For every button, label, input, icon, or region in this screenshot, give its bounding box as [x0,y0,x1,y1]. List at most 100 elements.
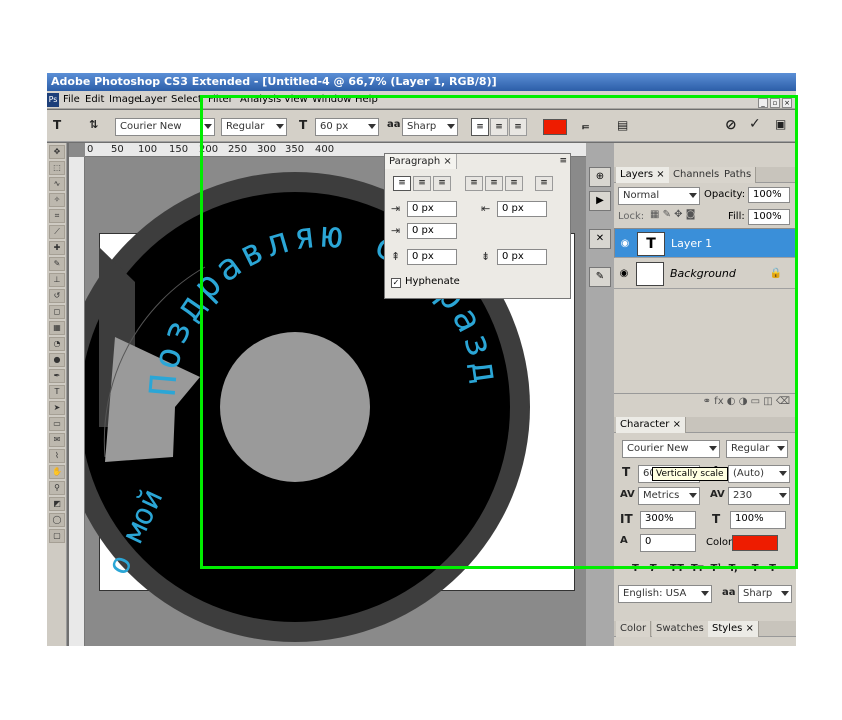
menu-analysis[interactable]: Analysis [240,91,281,109]
color-swatches-icon[interactable]: ◩ [49,497,65,511]
space-after-input[interactable]: 0 px [497,249,547,265]
align-right-button[interactable]: ≡ [509,118,527,136]
notes-tool-icon[interactable]: ✉ [49,433,65,447]
tracking-select[interactable]: 230 [728,487,790,505]
font-family-select[interactable]: Courier New [115,118,215,136]
char-font-style-select[interactable]: Regular [726,440,788,458]
cancel-icon[interactable]: ⊘ [725,117,737,133]
crop-tool-icon[interactable]: ⌗ [49,209,65,223]
hyphenate-checkbox[interactable]: ✓ [391,278,401,288]
menu-edit[interactable]: Edit [85,91,104,109]
language-select[interactable]: English: USA [618,585,712,603]
minimize-icon[interactable]: _ [758,98,768,108]
char-antialias-select[interactable]: Sharp [738,585,792,603]
warp-text-icon[interactable]: ⫭ [582,118,589,133]
char-font-family-select[interactable]: Courier New [622,440,720,458]
para-align-left-button[interactable]: ≡ [393,176,411,191]
vertical-scale-input[interactable]: 300% [640,511,696,529]
para-align-right-button[interactable]: ≡ [433,176,451,191]
brush-tool-icon[interactable]: ✎ [49,257,65,271]
close-icon[interactable]: × [656,169,664,180]
menu-window[interactable]: Window [312,91,351,109]
navigator-icon[interactable]: ⊕ [589,167,611,187]
small-caps-button[interactable]: Tт [691,563,704,574]
panel-menu-icon[interactable]: ≡ [559,156,567,166]
indent-first-line-input[interactable]: 0 px [407,223,457,239]
tab-color[interactable]: Color [616,621,652,637]
para-align-center-button[interactable]: ≡ [413,176,431,191]
shape-tool-icon[interactable]: ▭ [49,417,65,431]
path-select-icon[interactable]: ➤ [49,401,65,415]
justify-center-button[interactable]: ≡ [485,176,503,191]
palettes-toggle-icon[interactable]: ▤ [617,118,628,132]
blur-tool-icon[interactable]: ◔ [49,337,65,351]
tab-paths[interactable]: Paths [720,167,757,183]
eye-icon[interactable]: ◉ [618,268,630,280]
dodge-tool-icon[interactable]: ● [49,353,65,367]
workspace-icon[interactable]: ▣ [775,117,786,131]
close-icon[interactable]: × [782,98,792,108]
quick-mask-icon[interactable]: ◯ [49,513,65,527]
faux-bold-button[interactable]: T [632,563,639,574]
pen-tool-icon[interactable]: ✒ [49,369,65,383]
layer-row[interactable]: ◉ T Layer 1 [614,228,796,258]
indent-right-input[interactable]: 0 px [497,201,547,217]
tab-swatches[interactable]: Swatches [652,621,709,637]
tab-layers[interactable]: Layers × [616,167,670,183]
antialias-select[interactable]: Sharp [402,118,458,136]
font-size-select[interactable]: 60 px [315,118,379,136]
align-left-button[interactable]: ≡ [471,118,489,136]
justify-all-button[interactable]: ≡ [535,176,553,191]
text-color-swatch[interactable] [543,119,567,135]
lasso-tool-icon[interactable]: ∿ [49,177,65,191]
tab-styles[interactable]: Styles × [708,621,759,637]
align-center-button[interactable]: ≡ [490,118,508,136]
space-before-input[interactable]: 0 px [407,249,457,265]
close-icon[interactable]: × [746,623,754,634]
menu-image[interactable]: Image [109,91,140,109]
close-icon[interactable]: × [673,419,681,430]
baseline-shift-input[interactable]: 0 [640,534,696,552]
justify-right-button[interactable]: ≡ [505,176,523,191]
magic-wand-tool-icon[interactable]: ✧ [49,193,65,207]
menu-select[interactable]: Select [171,91,202,109]
faux-italic-button[interactable]: T [649,563,656,574]
healing-tool-icon[interactable]: ✚ [49,241,65,255]
tab-character[interactable]: Character × [616,417,686,433]
commit-icon[interactable]: ✓ [749,116,761,132]
eye-icon[interactable]: ◉ [619,238,631,250]
type-tool-icon[interactable]: T [53,118,61,132]
actions-icon[interactable]: ▶ [589,191,611,211]
menu-file[interactable]: File [63,91,80,109]
superscript-button[interactable]: T¹ [710,563,721,574]
stamp-tool-icon[interactable]: ⊥ [49,273,65,287]
tab-channels[interactable]: Channels [669,167,725,183]
toggle-orientation-icon[interactable]: ⇅ [89,118,98,131]
justify-left-button[interactable]: ≡ [465,176,483,191]
eraser-tool-icon[interactable]: ◻ [49,305,65,319]
layer-row[interactable]: ◉ Background 🔒 [614,259,796,289]
subscript-button[interactable]: T, [729,563,738,574]
all-caps-button[interactable]: TT [670,563,684,574]
zoom-tool-icon[interactable]: ⚲ [49,481,65,495]
opacity-input[interactable]: 100% [748,187,790,203]
type-tool-icon[interactable]: T [49,385,65,399]
eyedropper-tool-icon[interactable]: ⌇ [49,449,65,463]
menu-help[interactable]: Help [355,91,378,109]
lock-icons[interactable]: ▦ ✎ ✥ ◙ [650,209,695,220]
brushes-icon[interactable]: ✎ [589,267,611,287]
menu-view[interactable]: View [284,91,308,109]
horizontal-scale-input[interactable]: 100% [730,511,786,529]
underline-button[interactable]: T [752,563,759,574]
blend-mode-select[interactable]: Normal [618,187,700,205]
history-brush-icon[interactable]: ↺ [49,289,65,303]
move-tool-icon[interactable]: ✥ [49,145,65,159]
char-color-swatch[interactable] [732,535,778,551]
restore-icon[interactable]: ▫ [770,98,780,108]
layers-footer-icons[interactable]: ⚭ fx ◐ ◑ ▭ ◫ ⌫ [614,393,796,409]
fill-input[interactable]: 100% [748,209,790,225]
hand-tool-icon[interactable]: ✋ [49,465,65,479]
menu-layer[interactable]: Layer [139,91,167,109]
leading-select[interactable]: (Auto) [728,465,790,483]
strikethrough-button[interactable]: Ŧ [769,563,776,574]
